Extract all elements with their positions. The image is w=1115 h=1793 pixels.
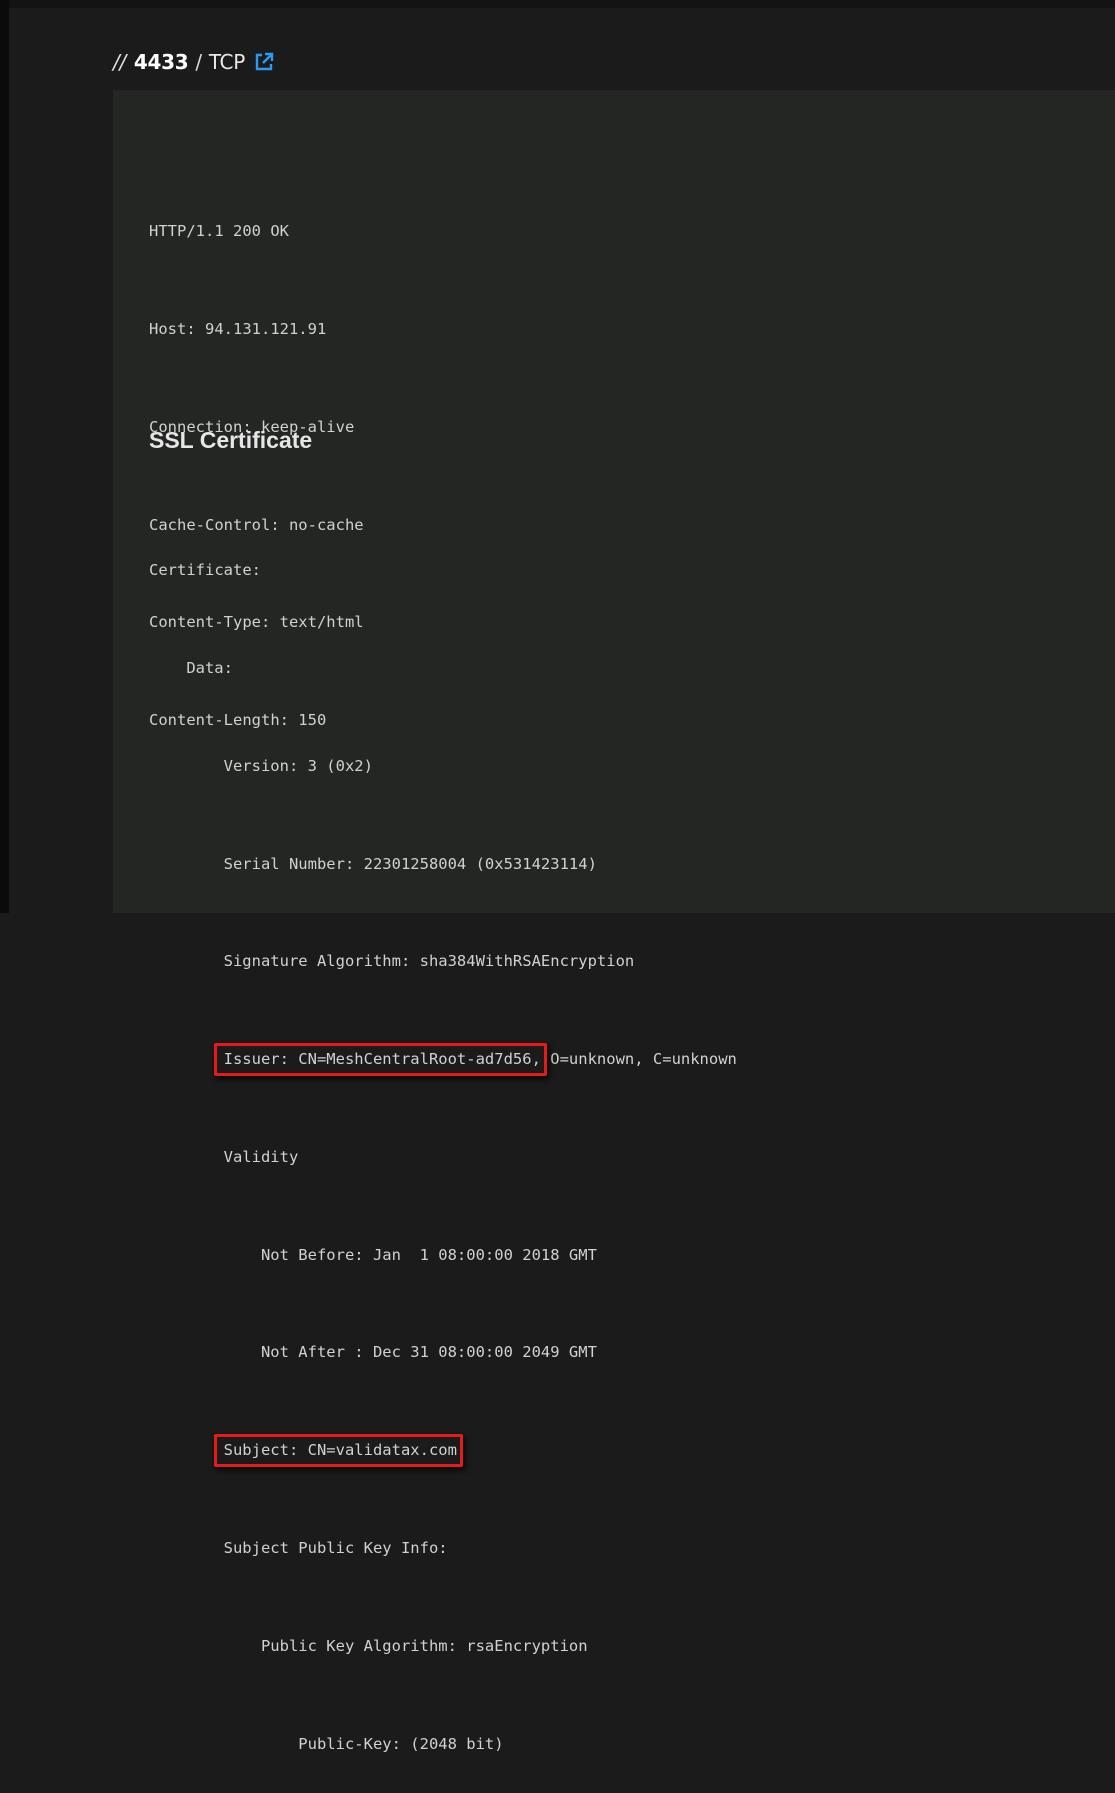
cert-line: Subject Public Key Info: [149,1532,737,1565]
cert-line: Not After : Dec 31 08:00:00 2049 GMT [149,1336,737,1369]
cert-line: Version: 3 (0x2) [149,750,737,783]
cert-line-text: Serial Number: 22301258004 (0x531423114) [223,854,597,873]
cert-line-issuer: Issuer: CN=MeshCentralRoot-ad7d56, O=unk… [149,1043,737,1076]
cert-line: Signature Algorithm: sha384WithRSAEncryp… [149,945,737,978]
cert-line-text: Public Key Algorithm: rsaEncryption [260,1636,588,1655]
cert-line: Public-Key: (2048 bit) [149,1728,737,1761]
certificate-block: Certificate: Data: Version: 3 (0x2) Seri… [149,489,737,1793]
header-separator: / [195,50,202,74]
cert-line-text: Certificate: [149,561,261,580]
cert-line: Certificate: [149,554,737,587]
issuer-highlight-box: Issuer: CN=MeshCentralRoot-ad7d56, [213,1043,548,1076]
port-number: 4433 [133,50,189,74]
cert-line-text: Version: 3 (0x2) [223,756,373,775]
cert-line-text: Validity [223,1147,299,1166]
protocol-label: TCP [208,50,245,74]
top-strip [0,0,1115,8]
cert-line: Not Before: Jan 1 08:00:00 2018 GMT [149,1239,737,1272]
cert-line: Validity [149,1141,737,1174]
cert-line-text: Not Before: Jan 1 08:00:00 2018 GMT [260,1245,597,1264]
cert-line-text: O=unknown, C=unknown [540,1050,737,1069]
external-link-icon[interactable] [253,51,275,73]
http-line: Host: 94.131.121.91 [149,319,327,338]
cert-line: Public Key Algorithm: rsaEncryption [149,1630,737,1663]
left-strip [0,0,9,913]
subject-highlight-box: Subject: CN=validatax.com [213,1434,464,1467]
cert-line-text: Not After : Dec 31 08:00:00 2049 GMT [260,1343,597,1362]
cert-line: Data: [149,652,737,685]
cert-line-text: Public-Key: (2048 bit) [298,1734,504,1753]
port-header: // 4433 / TCP [113,42,275,82]
cert-line-text: Data: [186,658,233,677]
header-slashes: // [113,50,126,74]
ssl-certificate-heading: SSL Certificate [149,427,313,453]
cert-line-subject: Subject: CN=validatax.com [149,1434,737,1467]
http-line: HTTP/1.1 200 OK [149,222,289,241]
cert-line-text: Subject Public Key Info: [223,1539,448,1557]
cert-line: Serial Number: 22301258004 (0x531423114) [149,848,737,881]
cert-line-text: Signature Algorithm: sha384WithRSAEncryp… [223,952,635,971]
